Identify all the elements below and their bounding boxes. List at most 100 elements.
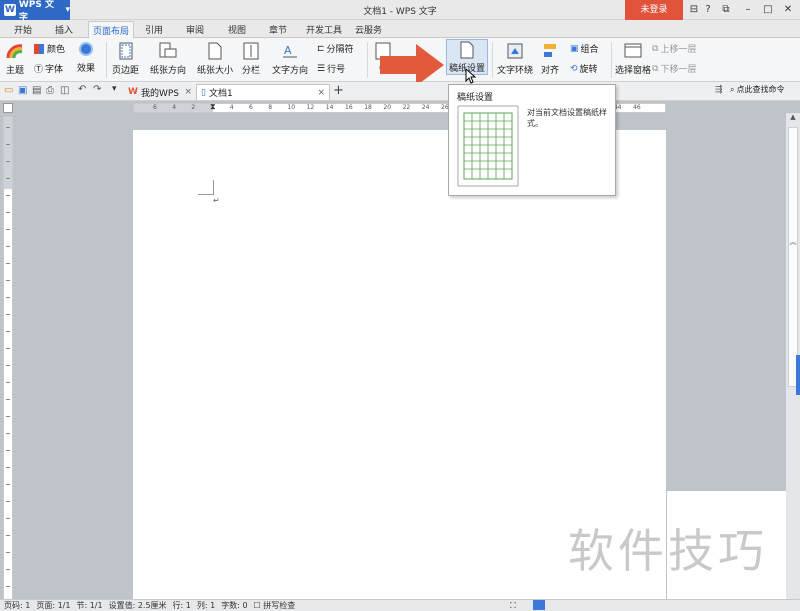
text-direction-icon: A [283, 44, 297, 58]
ruler-tick-mark [6, 314, 10, 315]
watermark: 软件技巧 [568, 524, 768, 578]
ruler-tick-mark [6, 246, 10, 247]
tab-insert[interactable]: 插入 [55, 23, 73, 36]
vertical-ruler[interactable] [3, 116, 13, 600]
columns-button[interactable]: 分栏 [242, 42, 260, 76]
send-backward-button[interactable]: ⧉ 下移一层 [652, 62, 696, 76]
text-direction-button[interactable]: A 文字方向 [272, 42, 308, 76]
ruler-tick-mark [6, 178, 10, 179]
ruler-tick-mark [6, 450, 10, 451]
filter-icon[interactable]: ⇶ [715, 85, 723, 95]
selection-pane-button[interactable]: 选择窗格 [615, 42, 651, 76]
chevron-down-icon[interactable]: ▾ [112, 84, 117, 94]
status-setting[interactable]: 设置值: 2.5厘米 [109, 600, 167, 611]
ruler-tick-mark [6, 365, 10, 366]
ruler-tick-label: 18 [364, 104, 372, 111]
ruler-tick-mark [6, 535, 10, 536]
ruler-tick-mark [6, 127, 10, 128]
minimize-icon[interactable]: – [740, 2, 756, 18]
columns-icon [243, 42, 259, 60]
ruler-tick-mark [6, 399, 10, 400]
tab-review[interactable]: 审阅 [186, 23, 204, 36]
ruler-tick-mark [6, 144, 10, 145]
scroll-up-icon[interactable]: ▲ [788, 113, 798, 123]
login-button[interactable]: 未登录 [625, 0, 683, 20]
tab-start[interactable]: 开始 [14, 23, 32, 36]
tab-document[interactable]: ▯ 文档1 × [196, 84, 330, 100]
ruler-tick-mark [6, 229, 10, 230]
size-button[interactable]: 纸张大小 [197, 42, 233, 76]
theme-label: 主题 [6, 66, 25, 76]
close-icon[interactable]: ✕ [780, 2, 796, 18]
status-row: 行: 1 [172, 601, 191, 610]
color-button[interactable]: 颜色 [34, 42, 65, 55]
tab-page-layout[interactable]: 页面布局 [88, 21, 135, 39]
ruler-tick-label: 24 [421, 104, 430, 111]
full-screen-icon[interactable]: ⛶ [510, 601, 516, 611]
orientation-button[interactable]: 纸张方向 [150, 42, 186, 76]
svg-text:A: A [284, 44, 292, 57]
group-label: 组合 [580, 45, 599, 55]
print-icon[interactable]: ⎙ [46, 85, 54, 96]
new-tab-button[interactable]: + [333, 83, 344, 98]
line-number-button[interactable]: ☰ 行号 [317, 62, 346, 76]
ruler-tick-label: 6 [153, 104, 157, 111]
undo-icon[interactable]: ↶ [78, 84, 86, 95]
side-panel-toggle[interactable] [796, 355, 800, 395]
ruler-tick-label: 2 [191, 104, 196, 111]
font-button[interactable]: Ⓣ 字体 [34, 62, 63, 75]
ruler-tick-label: 4 [229, 104, 234, 111]
restore-icon[interactable]: ⧉ [718, 2, 734, 18]
redo-icon[interactable]: ↷ [93, 84, 101, 95]
page-view-icon[interactable] [533, 600, 545, 610]
margins-button[interactable]: 页边距 [112, 42, 139, 76]
effect-label: 效果 [77, 64, 96, 74]
tooltip-description: 对当前文档设置稿纸样式。 [527, 108, 607, 128]
align-icon [544, 44, 556, 57]
open-icon[interactable]: ▭ [4, 85, 13, 96]
export-pdf-icon[interactable]: ▤ [32, 85, 41, 96]
maximize-icon[interactable]: □ [760, 2, 776, 18]
ruler-tick-mark [6, 382, 10, 383]
align-button[interactable]: 对齐 [541, 42, 559, 76]
save-icon[interactable]: ▣ [18, 85, 27, 96]
effect-button[interactable]: 效果 [77, 42, 95, 74]
ruler-tick-mark [6, 484, 10, 485]
spell-check-toggle[interactable]: ☐ 拼写检查 [254, 600, 296, 611]
command-search-label: 点此查找命令 [736, 85, 785, 94]
close-icon[interactable]: × [317, 88, 325, 98]
theme-button[interactable]: 主题 [6, 42, 24, 76]
line-number-label: 行号 [327, 65, 346, 75]
divider [611, 42, 612, 78]
tab-my-wps-label: 我的WPS [140, 88, 179, 99]
wrap-button[interactable]: 文字环绕 [497, 42, 533, 76]
orientation-label: 纸张方向 [150, 66, 187, 76]
font-label: 字体 [45, 65, 64, 75]
tab-cloud[interactable]: 云服务 [355, 23, 382, 36]
send-backward-icon: ⧉ [652, 63, 659, 74]
tab-view[interactable]: 视图 [228, 23, 246, 36]
help-icon[interactable]: ? [700, 2, 716, 18]
break-button[interactable]: ⊏ 分隔符 [317, 42, 354, 56]
tab-stop-selector[interactable] [3, 103, 13, 113]
tab-references[interactable]: 引用 [145, 23, 163, 36]
group-button[interactable]: ▣ 组合 [570, 42, 599, 56]
manuscript-tooltip: 稿纸设置 对当前文档设置稿纸样式。 [448, 84, 616, 196]
chevron-up-icon[interactable]: ︽ [788, 237, 798, 247]
rotate-button[interactable]: ⟲ 旋转 [570, 62, 598, 76]
scrollbar-thumb[interactable] [788, 127, 798, 387]
tab-developer[interactable]: 开发工具 [306, 23, 342, 36]
vertical-scrollbar[interactable]: ▲ ︽ [786, 113, 800, 599]
status-word-count[interactable]: 字数: 0 [221, 600, 247, 611]
break-icon: ⊏ [317, 43, 325, 54]
bring-forward-button[interactable]: ⧉ 上移一层 [652, 42, 696, 56]
tab-my-wps[interactable]: W 我的WPS × [124, 84, 196, 100]
color-label: 颜色 [47, 45, 66, 55]
preview-icon[interactable]: ◫ [60, 85, 69, 96]
indent-marker[interactable]: ⧗ [210, 102, 216, 112]
close-icon[interactable]: × [184, 87, 192, 97]
margins-label: 页边距 [112, 66, 140, 76]
theme-icon [6, 44, 23, 59]
tab-sections[interactable]: 章节 [269, 23, 287, 36]
command-search[interactable]: ⌕ 点此查找命令 [730, 84, 784, 95]
